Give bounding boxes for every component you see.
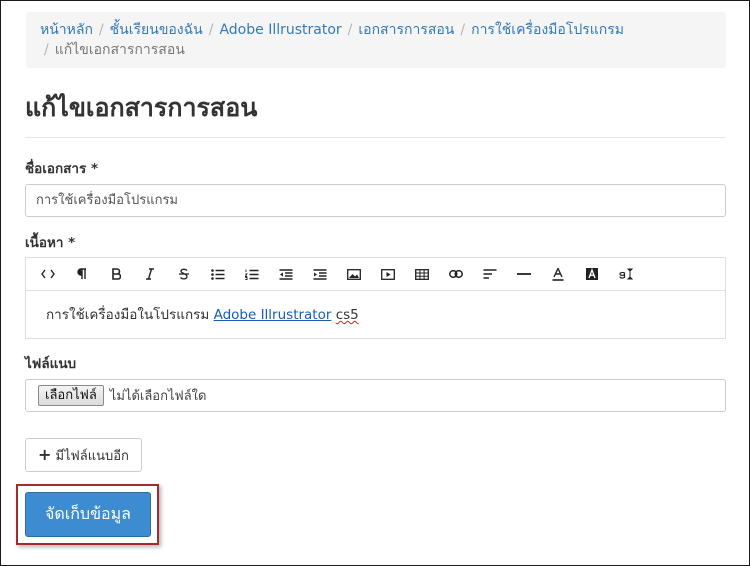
breadcrumb-current: แก้ไขเอกสารการสอน — [54, 42, 185, 58]
rich-text-editor: การใช้เครื่องมือในโปรแกรม Adobe Illrustr… — [25, 257, 726, 339]
breadcrumb-course[interactable]: Adobe Illrustrator — [219, 22, 341, 38]
content-label: เนื้อหา * — [25, 235, 76, 251]
breadcrumb-teaching-docs[interactable]: เอกสารการสอน — [358, 22, 454, 38]
breadcrumb: หน้าหลัก / ชั้นเรียนของฉัน / Adobe Illrustra… — [26, 12, 726, 68]
content-link[interactable]: Adobe Illrustrator — [214, 307, 332, 323]
editor-content[interactable]: การใช้เครื่องมือในโปรแกรม Adobe Illrustr… — [26, 291, 725, 339]
horizontal-rule-icon[interactable] — [507, 259, 541, 289]
breadcrumb-separator: / — [460, 22, 466, 38]
font-size-icon[interactable] — [609, 259, 643, 289]
title-divider — [25, 137, 726, 138]
file-status-text: ไม่ได้เลือกไฟล์ใด — [109, 389, 207, 404]
table-icon[interactable] — [405, 259, 439, 289]
indent-icon[interactable] — [303, 259, 337, 289]
background-color-icon[interactable] — [575, 259, 609, 289]
align-icon[interactable] — [473, 259, 507, 289]
content-text-suffix: cs5 — [335, 307, 359, 323]
font-color-icon[interactable] — [541, 259, 575, 289]
breadcrumb-separator: / — [44, 42, 49, 58]
add-more-files-button[interactable]: + มีไฟล์แนบอีก — [25, 438, 142, 472]
bold-icon[interactable] — [99, 259, 133, 289]
breadcrumb-separator: / — [347, 22, 353, 38]
breadcrumb-separator: / — [208, 22, 214, 38]
content-text: การใช้เครื่องมือในโปรแกรม — [46, 307, 210, 323]
video-icon[interactable] — [371, 259, 405, 289]
choose-file-button[interactable]: เลือกไฟล์ — [38, 385, 104, 406]
unordered-list-icon[interactable] — [201, 259, 235, 289]
document-name-input[interactable]: การใช้เครื่องมือโปรแกรม — [25, 184, 726, 217]
italic-icon[interactable] — [133, 259, 167, 289]
outdent-icon[interactable] — [269, 259, 303, 289]
strikethrough-icon[interactable] — [167, 259, 201, 289]
attachment-label: ไฟล์แนบ — [25, 356, 77, 372]
add-more-files-label: มีไฟล์แนบอีก — [55, 448, 129, 464]
paragraph-icon[interactable] — [65, 259, 99, 289]
plus-icon: + — [38, 445, 52, 464]
page-title: แก้ไขเอกสารการสอน — [25, 93, 258, 122]
link-icon[interactable] — [439, 259, 473, 289]
breadcrumb-my-classes[interactable]: ชั้นเรียนของฉัน — [110, 22, 203, 38]
code-view-icon[interactable] — [31, 259, 65, 289]
save-button[interactable]: จัดเก็บข้อมูล — [25, 492, 151, 537]
image-icon[interactable] — [337, 259, 371, 289]
editor-toolbar — [26, 258, 725, 291]
breadcrumb-document[interactable]: การใช้เครื่องมือโปรแกรม — [471, 22, 624, 38]
file-input: เลือกไฟล์ ไม่ได้เลือกไฟล์ใด — [25, 379, 726, 412]
ordered-list-icon[interactable] — [235, 259, 269, 289]
breadcrumb-home[interactable]: หน้าหลัก — [40, 22, 93, 38]
document-name-label: ชื่อเอกสาร * — [25, 161, 98, 177]
breadcrumb-separator: / — [98, 22, 104, 38]
